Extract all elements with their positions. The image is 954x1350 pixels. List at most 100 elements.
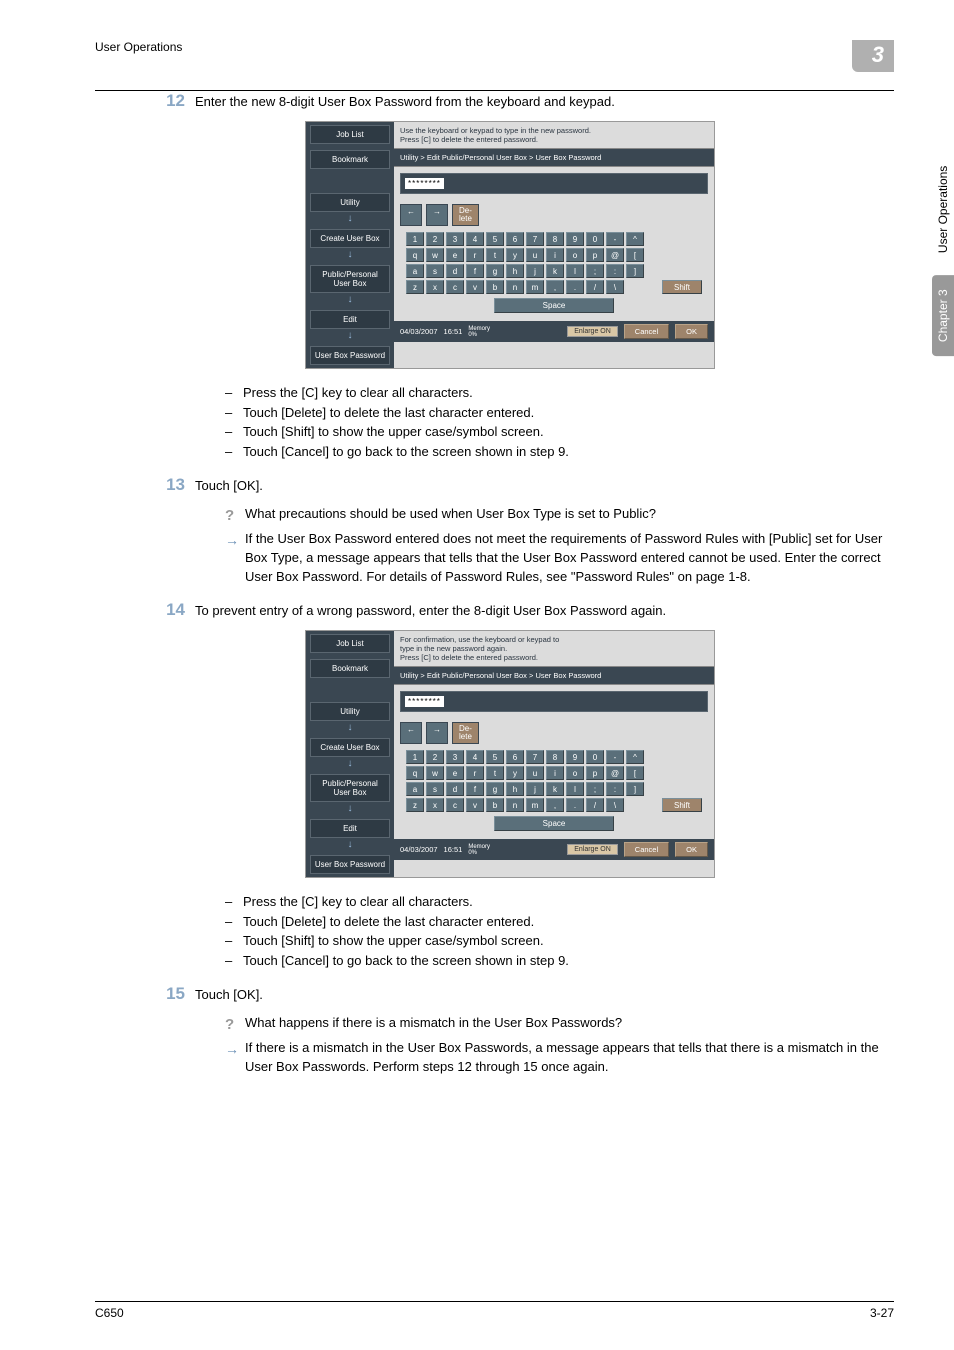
key-4[interactable]: 4: [466, 750, 484, 764]
user-box-password-button[interactable]: User Box Password: [310, 346, 390, 365]
arrow-right-key[interactable]: →: [426, 722, 448, 744]
key-h[interactable]: h: [506, 264, 524, 278]
key-q[interactable]: q: [406, 766, 424, 780]
key-a[interactable]: a: [406, 782, 424, 796]
key-o[interactable]: o: [566, 766, 584, 780]
key-u[interactable]: u: [526, 766, 544, 780]
key-s[interactable]: s: [426, 782, 444, 796]
arrow-left-key[interactable]: ←: [400, 722, 422, 744]
key-[[interactable]: [: [626, 766, 644, 780]
key-^[interactable]: ^: [626, 232, 644, 246]
key-7[interactable]: 7: [526, 232, 544, 246]
bookmark-button[interactable]: Bookmark: [310, 150, 390, 169]
key-h[interactable]: h: [506, 782, 524, 796]
bookmark-button[interactable]: Bookmark: [310, 659, 390, 678]
enlarge-button[interactable]: Enlarge ON: [567, 326, 618, 337]
key-8[interactable]: 8: [546, 232, 564, 246]
key-9[interactable]: 9: [566, 232, 584, 246]
key-f[interactable]: f: [466, 264, 484, 278]
key-@[interactable]: @: [606, 248, 624, 262]
key-.[interactable]: .: [566, 798, 584, 812]
key-c[interactable]: c: [446, 798, 464, 812]
key-g[interactable]: g: [486, 782, 504, 796]
key-g[interactable]: g: [486, 264, 504, 278]
key-i[interactable]: i: [546, 248, 564, 262]
public-personal-button[interactable]: Public/Personal User Box: [310, 265, 390, 293]
key-9[interactable]: 9: [566, 750, 584, 764]
space-key[interactable]: Space: [494, 298, 614, 313]
key-[[interactable]: [: [626, 248, 644, 262]
key-b[interactable]: b: [486, 280, 504, 294]
create-user-box-button[interactable]: Create User Box: [310, 738, 390, 757]
key-t[interactable]: t: [486, 248, 504, 262]
key-p[interactable]: p: [586, 248, 604, 262]
key-4[interactable]: 4: [466, 232, 484, 246]
key-\[interactable]: \: [606, 798, 624, 812]
key-/[interactable]: /: [586, 798, 604, 812]
key-3[interactable]: 3: [446, 750, 464, 764]
key-t[interactable]: t: [486, 766, 504, 780]
key-6[interactable]: 6: [506, 750, 524, 764]
key-n[interactable]: n: [506, 280, 524, 294]
key-2[interactable]: 2: [426, 232, 444, 246]
key-:[interactable]: :: [606, 264, 624, 278]
key-^[interactable]: ^: [626, 750, 644, 764]
key-s[interactable]: s: [426, 264, 444, 278]
password-input[interactable]: ********: [405, 696, 444, 707]
key-w[interactable]: w: [426, 248, 444, 262]
key-o[interactable]: o: [566, 248, 584, 262]
key-k[interactable]: k: [546, 782, 564, 796]
key-;[interactable]: ;: [586, 782, 604, 796]
key-j[interactable]: j: [526, 264, 544, 278]
key-p[interactable]: p: [586, 766, 604, 780]
edit-button[interactable]: Edit: [310, 819, 390, 838]
key--[interactable]: -: [606, 232, 624, 246]
key-6[interactable]: 6: [506, 232, 524, 246]
cancel-button[interactable]: Cancel: [624, 842, 669, 857]
key-i[interactable]: i: [546, 766, 564, 780]
space-key[interactable]: Space: [494, 816, 614, 831]
key-c[interactable]: c: [446, 280, 464, 294]
key-:[interactable]: :: [606, 782, 624, 796]
password-input[interactable]: ********: [405, 178, 444, 189]
cancel-button[interactable]: Cancel: [624, 324, 669, 339]
key-d[interactable]: d: [446, 264, 464, 278]
ok-button[interactable]: OK: [675, 842, 708, 857]
key-x[interactable]: x: [426, 280, 444, 294]
key-0[interactable]: 0: [586, 750, 604, 764]
key-y[interactable]: y: [506, 248, 524, 262]
key-][interactable]: ]: [626, 782, 644, 796]
key-q[interactable]: q: [406, 248, 424, 262]
public-personal-button[interactable]: Public/Personal User Box: [310, 774, 390, 802]
key-8[interactable]: 8: [546, 750, 564, 764]
key-0[interactable]: 0: [586, 232, 604, 246]
utility-button[interactable]: Utility: [310, 702, 390, 721]
key-n[interactable]: n: [506, 798, 524, 812]
key-][interactable]: ]: [626, 264, 644, 278]
key-k[interactable]: k: [546, 264, 564, 278]
enlarge-button[interactable]: Enlarge ON: [567, 844, 618, 855]
shift-key[interactable]: Shift: [662, 280, 702, 294]
user-box-password-button[interactable]: User Box Password: [310, 855, 390, 874]
key-j[interactable]: j: [526, 782, 544, 796]
key-e[interactable]: e: [446, 766, 464, 780]
key-,[interactable]: ,: [546, 280, 564, 294]
arrow-right-key[interactable]: →: [426, 204, 448, 226]
key-x[interactable]: x: [426, 798, 444, 812]
key-;[interactable]: ;: [586, 264, 604, 278]
key-r[interactable]: r: [466, 248, 484, 262]
edit-button[interactable]: Edit: [310, 310, 390, 329]
key-f[interactable]: f: [466, 782, 484, 796]
key-v[interactable]: v: [466, 798, 484, 812]
key-u[interactable]: u: [526, 248, 544, 262]
key-3[interactable]: 3: [446, 232, 464, 246]
key-m[interactable]: m: [526, 280, 544, 294]
key-e[interactable]: e: [446, 248, 464, 262]
ok-button[interactable]: OK: [675, 324, 708, 339]
delete-key[interactable]: De- lete: [452, 204, 479, 226]
utility-button[interactable]: Utility: [310, 193, 390, 212]
key-5[interactable]: 5: [486, 750, 504, 764]
key-y[interactable]: y: [506, 766, 524, 780]
key-.[interactable]: .: [566, 280, 584, 294]
key-z[interactable]: z: [406, 280, 424, 294]
